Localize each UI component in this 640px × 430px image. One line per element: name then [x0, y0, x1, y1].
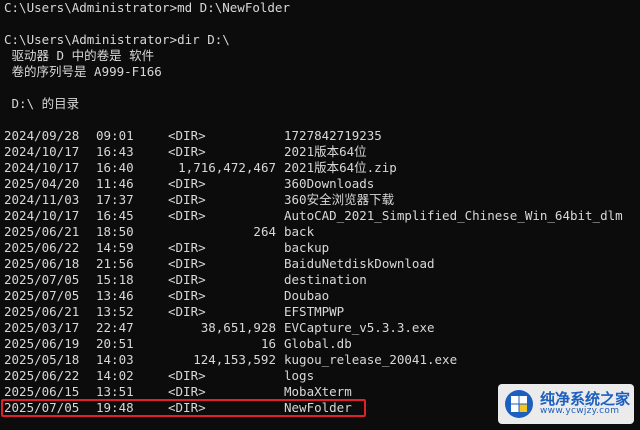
terminal-window[interactable]: C:\Users\Administrator>md D:\NewFolder C… [0, 0, 640, 430]
entry-dir-tag: <DIR> [168, 144, 206, 159]
watermark: 纯净系统之家 www.ycwjzy.com [498, 384, 634, 424]
entry-time: 13:52 [96, 304, 134, 319]
windows-logo-icon [505, 390, 533, 418]
entry-date: 2025/06/19 [4, 336, 80, 351]
entry-time: 09:01 [96, 128, 134, 143]
entry-name: 360安全浏览器下载 [284, 192, 395, 207]
entry-date: 2025/06/18 [4, 256, 80, 271]
entry-name: 360Downloads [284, 176, 375, 191]
entry-date: 2025/07/05 [4, 272, 80, 287]
entry-name: kugou_release_20041.exe [284, 352, 458, 367]
entry-time: 13:51 [96, 384, 134, 399]
entry-name: MobaXterm [284, 384, 352, 399]
entry-name: Global.db [284, 336, 352, 351]
listing-row: 2025/03/17 22:47 38,651,928 EVCapture_v5.3.… [4, 320, 636, 336]
volume-label-line: 驱动器 D 中的卷是 软件 [4, 48, 155, 63]
entry-dir-tag: <DIR> [168, 256, 206, 271]
entry-name: 1727842719235 [284, 128, 382, 143]
entry-dir-tag: <DIR> [168, 384, 206, 399]
entry-dir-tag: <DIR> [168, 240, 206, 255]
entry-date: 2024/09/28 [4, 128, 80, 143]
listing-row: 2025/07/05 15:18 <DIR> destination [4, 272, 636, 288]
entry-date: 2024/10/17 [4, 208, 80, 223]
entry-name: logs [284, 368, 315, 383]
entry-dir-tag: <DIR> [168, 176, 206, 191]
listing-row: 2024/11/03 17:37 <DIR> 360安全浏览器下载 [4, 192, 636, 208]
entry-time: 22:47 [96, 320, 134, 335]
listing-row: 2025/06/21 13:52 <DIR> EFSTMPWP [4, 304, 636, 320]
entry-size: 264 [253, 224, 276, 239]
listing-row: 2025/06/22 14:59 <DIR> backup [4, 240, 636, 256]
entry-time: 18:50 [96, 224, 134, 239]
entry-date: 2025/06/21 [4, 304, 80, 319]
listing-row: 2024/10/17 16:40 1,716,472,467 2021版本64位.zi… [4, 160, 636, 176]
entry-size: 38,651,928 [200, 320, 276, 335]
entry-time: 14:02 [96, 368, 134, 383]
entry-date: 2024/10/17 [4, 144, 80, 159]
entry-time: 13:46 [96, 288, 134, 303]
entry-time: 16:45 [96, 208, 134, 223]
entry-time: 20:51 [96, 336, 134, 351]
listing-row: 2025/07/05 13:46 <DIR> Doubao [4, 288, 636, 304]
listing-row: 2024/10/17 16:45 <DIR> AutoCAD_2021_Simplif… [4, 208, 636, 224]
entry-dir-tag: <DIR> [168, 192, 206, 207]
entry-date: 2025/06/15 [4, 384, 80, 399]
listing-row: 2025/06/21 18:50 264 back [4, 224, 636, 240]
entry-date: 2025/06/22 [4, 368, 80, 383]
entry-time: 17:37 [96, 192, 134, 207]
entry-size: 1,716,472,467 [178, 160, 276, 175]
listing-row: 2025/06/22 14:02 <DIR> logs [4, 368, 636, 384]
entry-time: 11:46 [96, 176, 134, 191]
entry-date: 2025/05/18 [4, 352, 80, 367]
volume-serial-line: 卷的序列号是 A999-F166 [4, 64, 162, 79]
entry-name: Doubao [284, 288, 330, 303]
entry-dir-tag: <DIR> [168, 272, 206, 287]
entry-time: 14:03 [96, 352, 134, 367]
entry-dir-tag: <DIR> [168, 304, 206, 319]
entry-name: 2021版本64位 [284, 144, 367, 159]
directory-of-line: D:\ 的目录 [4, 96, 80, 111]
entry-dir-tag: <DIR> [168, 208, 206, 223]
entry-date: 2024/10/17 [4, 160, 80, 175]
entry-name: EFSTMPWP [284, 304, 345, 319]
listing-row: 2025/05/18 14:03 124,153,592 kugou_release_… [4, 352, 636, 368]
entry-name: AutoCAD_2021_Simplified_Chinese_Win_64bi… [284, 208, 623, 223]
entry-dir-tag: <DIR> [168, 128, 206, 143]
entry-name: BaiduNetdiskDownload [284, 256, 435, 271]
highlight-box [1, 399, 366, 417]
entry-date: 2025/06/21 [4, 224, 80, 239]
entry-time: 21:56 [96, 256, 134, 271]
entry-date: 2025/07/05 [4, 288, 80, 303]
entry-date: 2024/11/03 [4, 192, 80, 207]
entry-date: 2025/03/17 [4, 320, 80, 335]
entry-name: EVCapture_v5.3.3.exe [284, 320, 435, 335]
listing-row: 2024/10/17 16:43 <DIR> 2021版本64位 [4, 144, 636, 160]
listing-row: 2025/06/19 20:51 16 Global.db [4, 336, 636, 352]
entry-size: 124,153,592 [193, 352, 276, 367]
entry-time: 15:18 [96, 272, 134, 287]
entry-date: 2025/04/20 [4, 176, 80, 191]
entry-name: 2021版本64位.zip [284, 160, 397, 175]
entry-name: backup [284, 240, 330, 255]
entry-time: 16:40 [96, 160, 134, 175]
listing-row: 2025/04/20 11:46 <DIR> 360Downloads [4, 176, 636, 192]
entry-dir-tag: <DIR> [168, 288, 206, 303]
command-line-md: C:\Users\Administrator>md D:\NewFolder [4, 0, 290, 15]
watermark-url: www.ycwjzy.com [540, 406, 620, 417]
entry-time: 16:43 [96, 144, 134, 159]
entry-dir-tag: <DIR> [168, 368, 206, 383]
entry-date: 2025/06/22 [4, 240, 80, 255]
watermark-title: 纯净系统之家 [540, 389, 631, 408]
listing-row: 2025/06/18 21:56 <DIR> BaiduNetdiskDownload [4, 256, 636, 272]
entry-size: 16 [260, 336, 276, 351]
entry-time: 14:59 [96, 240, 134, 255]
entry-name: back [284, 224, 315, 239]
command-line-dir: C:\Users\Administrator>dir D:\ [4, 32, 230, 47]
entry-name: destination [284, 272, 367, 287]
listing-row: 2024/09/28 09:01 <DIR> 1727842719235 [4, 128, 636, 144]
